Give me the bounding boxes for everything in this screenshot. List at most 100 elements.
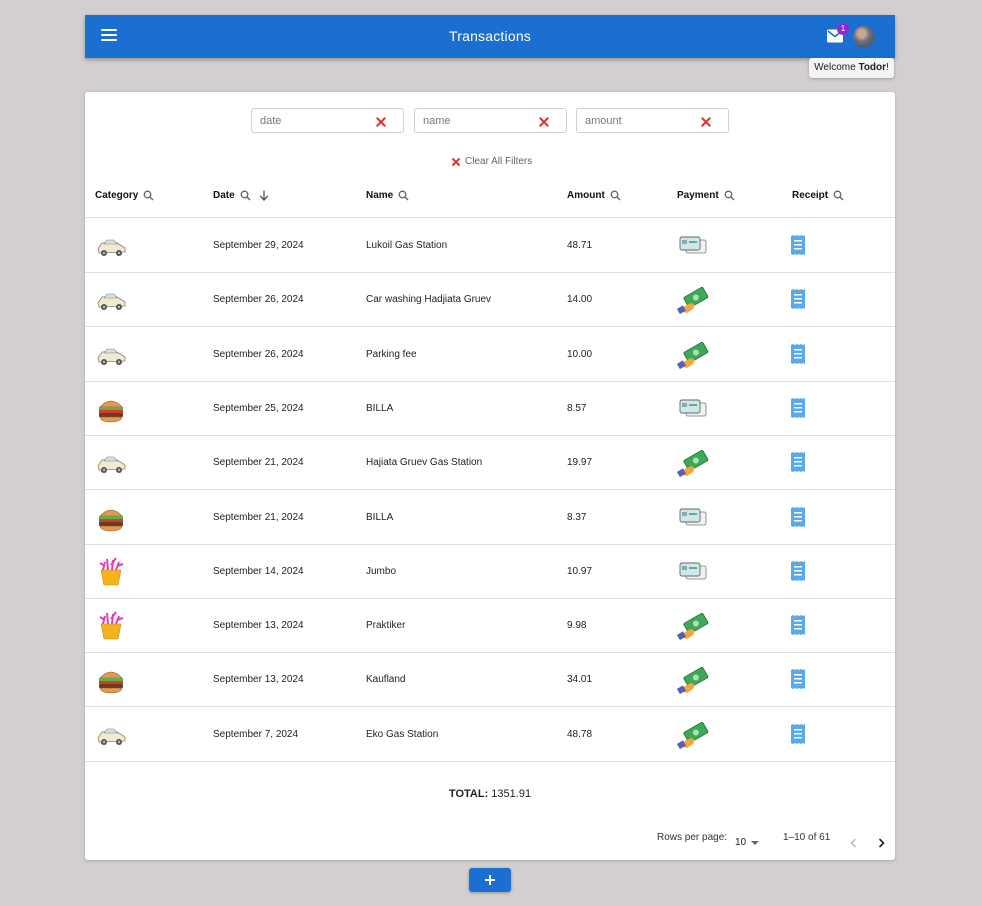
household-icon	[95, 557, 127, 587]
search-icon[interactable]	[398, 190, 409, 201]
search-icon[interactable]	[610, 190, 621, 201]
row-name: BILLA	[366, 511, 394, 523]
row-date: September 26, 2024	[213, 348, 304, 360]
receipt-icon[interactable]	[791, 669, 805, 690]
row-amount: 8.37	[567, 511, 587, 523]
amount-filter-input[interactable]	[585, 115, 695, 127]
column-date-label: Date	[213, 190, 235, 201]
previous-page-icon[interactable]	[847, 836, 861, 850]
column-receipt-label: Receipt	[792, 190, 829, 201]
amount-filter	[576, 108, 729, 133]
row-date: September 26, 2024	[213, 294, 304, 306]
row-name: BILLA	[366, 402, 394, 414]
car-icon	[95, 285, 127, 315]
clear-name-filter-icon[interactable]	[538, 115, 550, 127]
table-row[interactable]: September 29, 2024 Lukoil Gas Station 48.7…	[85, 219, 895, 273]
car-icon	[95, 231, 127, 261]
sort-arrow-down-icon[interactable]	[259, 190, 269, 201]
search-icon[interactable]	[724, 190, 735, 201]
total-value: 1351.91	[491, 788, 532, 800]
row-amount: 8.57	[567, 402, 587, 414]
add-transaction-button[interactable]	[469, 868, 511, 892]
table-header: Category Date Name Amount Payment Receip…	[85, 186, 895, 218]
avatar[interactable]	[853, 26, 875, 48]
cash-icon[interactable]	[676, 286, 709, 315]
total-label: TOTAL:	[448, 788, 489, 800]
food-icon	[95, 503, 127, 533]
row-date: September 14, 2024	[213, 565, 304, 577]
receipt-icon[interactable]	[791, 615, 805, 636]
clear-all-filters-button[interactable]: Clear All Filters	[451, 156, 532, 167]
search-icon[interactable]	[240, 190, 251, 201]
row-name: Eko Gas Station	[366, 728, 439, 740]
cash-icon[interactable]	[676, 666, 709, 695]
cash-icon[interactable]	[676, 449, 709, 478]
name-filter-input[interactable]	[423, 115, 533, 127]
receipt-icon[interactable]	[791, 506, 805, 527]
table-row[interactable]: September 7, 2024 Eko Gas Station 48.78	[85, 708, 895, 762]
clear-all-filters-label: Clear All Filters	[465, 156, 533, 167]
clear-date-filter-icon[interactable]	[375, 115, 387, 127]
app-bar: Transactions 1	[85, 15, 895, 58]
column-amount-label: Amount	[567, 190, 605, 201]
table-row[interactable]: September 25, 2024 BILLA 8.57	[85, 382, 895, 436]
notification-badge: 1	[837, 23, 849, 35]
receipt-icon[interactable]	[791, 452, 805, 473]
column-category-label: Category	[95, 190, 139, 201]
receipt-icon[interactable]	[791, 343, 805, 364]
table-row[interactable]: September 26, 2024 Parking fee 10.00	[85, 328, 895, 382]
rows-per-page-label: Rows per page:	[657, 832, 728, 843]
row-name: Hajiata Gruev Gas Station	[366, 457, 483, 469]
cash-icon[interactable]	[676, 721, 709, 749]
welcome-user: Todor	[858, 62, 887, 73]
rows-per-page-value: 10	[735, 837, 747, 848]
column-category: Category	[95, 190, 154, 201]
row-name: Jumbo	[366, 565, 397, 577]
receipt-icon[interactable]	[791, 397, 805, 418]
credit-card-icon[interactable]	[677, 232, 709, 260]
cash-icon[interactable]	[676, 612, 709, 641]
welcome-tooltip: Welcome Todor!	[809, 58, 894, 78]
car-icon	[95, 448, 127, 478]
page-range: 1–10 of 61	[783, 832, 831, 843]
credit-card-icon[interactable]	[677, 504, 709, 532]
table-row[interactable]: September 26, 2024 Car washing Hadjiata G…	[85, 273, 895, 328]
row-amount: 48.71	[567, 240, 593, 251]
table-row[interactable]: September 21, 2024 BILLA 8.37	[85, 491, 895, 545]
rows-per-page-select[interactable]: 10	[735, 837, 760, 848]
household-icon	[95, 611, 127, 641]
column-date: Date	[213, 190, 269, 201]
search-icon[interactable]	[143, 190, 154, 201]
receipt-icon[interactable]	[791, 560, 805, 581]
column-payment-label: Payment	[677, 190, 719, 201]
row-amount: 10.00	[567, 348, 593, 360]
date-filter-input[interactable]	[260, 115, 370, 127]
car-icon	[95, 340, 127, 370]
row-name: Kaufland	[366, 674, 406, 686]
row-date: September 13, 2024	[213, 620, 304, 632]
chevron-down-icon	[751, 840, 760, 845]
table-row[interactable]: September 14, 2024 Jumbo 10.97	[85, 545, 895, 599]
next-page-icon[interactable]	[874, 836, 888, 850]
cash-icon[interactable]	[676, 341, 709, 369]
row-amount: 19.97	[567, 457, 593, 469]
column-payment: Payment	[677, 190, 735, 201]
row-date: September 13, 2024	[213, 674, 304, 686]
row-amount: 10.97	[567, 565, 593, 577]
table-row[interactable]: September 13, 2024 Kaufland 34.01	[85, 653, 895, 708]
receipt-icon[interactable]	[791, 723, 805, 744]
row-date: September 7, 2024	[213, 728, 299, 740]
credit-card-icon[interactable]	[677, 395, 709, 423]
row-date: September 21, 2024	[213, 511, 304, 523]
food-icon	[95, 394, 127, 424]
row-date: September 21, 2024	[213, 457, 304, 469]
clear-amount-filter-icon[interactable]	[700, 115, 712, 127]
receipt-icon[interactable]	[791, 235, 805, 255]
row-name: Lukoil Gas Station	[366, 240, 448, 251]
food-icon	[95, 665, 127, 695]
credit-card-icon[interactable]	[677, 558, 709, 586]
receipt-icon[interactable]	[791, 289, 805, 310]
table-row[interactable]: September 13, 2024 Praktiker 9.98	[85, 599, 895, 654]
table-row[interactable]: September 21, 2024 Hajiata Gruev Gas Stat…	[85, 436, 895, 491]
search-icon[interactable]	[833, 190, 844, 201]
